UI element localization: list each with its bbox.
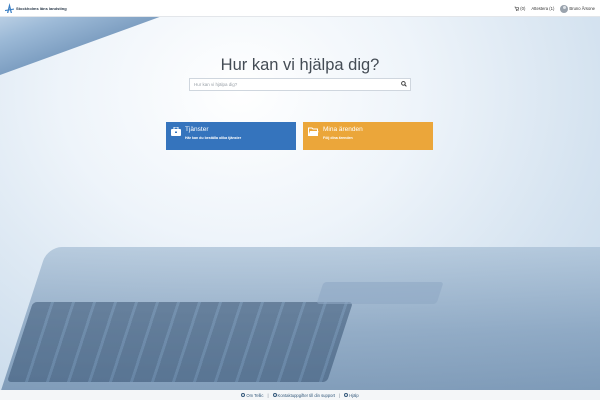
footer-link-label: Hjälp xyxy=(349,392,359,398)
search-input[interactable] xyxy=(190,79,402,90)
footer-link-help[interactable]: Hjälp xyxy=(344,393,359,398)
cart-icon xyxy=(514,6,520,11)
logo[interactable]: Stockholms läns landsting xyxy=(5,3,67,13)
footer-link-label: Kontaktuppgifter till din support xyxy=(277,392,336,398)
footer-separator: | xyxy=(267,392,269,398)
cart-link[interactable]: (0) xyxy=(514,6,525,11)
my-cases-card-title: Mina ärenden xyxy=(323,126,363,133)
user-name: Bruno Årsone xyxy=(569,6,595,11)
footer-separator: | xyxy=(339,392,341,398)
folder-icon xyxy=(308,127,319,136)
user-menu[interactable]: Bruno Årsone xyxy=(560,4,595,13)
cart-count: (0) xyxy=(520,6,526,11)
sll-logo-icon xyxy=(5,3,14,13)
search-box xyxy=(189,78,411,91)
footer-link-label: Om Tellic xyxy=(246,392,264,398)
services-card[interactable]: Tjänster Här kan du beställa olika tjäns… xyxy=(166,122,296,150)
footer-link-about[interactable]: Om Tellic xyxy=(241,393,263,398)
info-icon xyxy=(241,393,246,397)
services-card-title: Tjänster xyxy=(185,126,209,133)
laptop-keyboard-image xyxy=(7,302,353,382)
search-icon[interactable] xyxy=(401,81,407,87)
briefcase-icon xyxy=(171,127,181,136)
help-icon xyxy=(344,393,349,397)
page-title: Hur kan vi hjälpa dig? xyxy=(220,56,380,74)
my-cases-card-subtitle: Följ dina ärenden xyxy=(323,136,353,140)
top-navbar: Stockholms läns landsting (0) Attestera … xyxy=(0,0,600,17)
logo-text: Stockholms läns landsting xyxy=(16,5,67,11)
approvals-link[interactable]: Attestera (1) xyxy=(531,6,554,11)
laptop-trackpad-image xyxy=(316,282,444,304)
footer-link-support[interactable]: Kontaktuppgifter till din support xyxy=(272,392,336,398)
avatar xyxy=(560,4,569,13)
services-card-subtitle: Här kan du beställa olika tjänster xyxy=(185,136,242,140)
my-cases-card[interactable]: Mina ärenden Följ dina ärenden xyxy=(303,122,433,150)
approvals-label: Attestera (1) xyxy=(531,6,555,11)
footer: Om Tellic | Kontaktuppgifter till din su… xyxy=(0,390,600,400)
contact-icon xyxy=(272,393,277,397)
